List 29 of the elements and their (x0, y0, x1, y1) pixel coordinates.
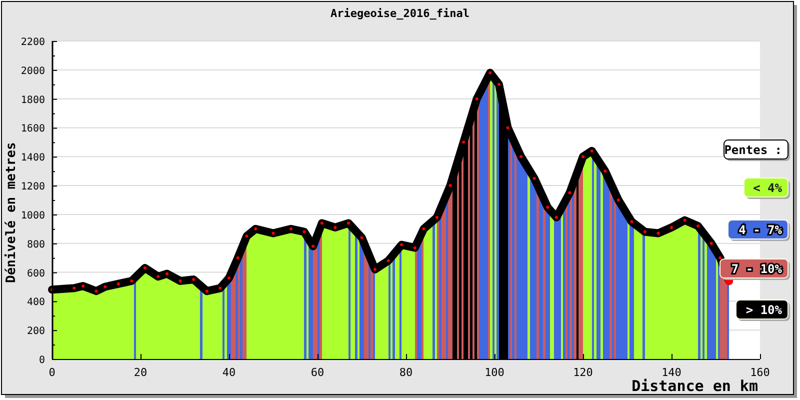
tick-label: 0 (38, 355, 45, 366)
tick-label: 2000 (20, 66, 45, 77)
tick-label: 140 (662, 366, 682, 379)
tick-label: 40 (222, 366, 236, 379)
tick-label: 0 (48, 366, 56, 379)
tick-label: 1000 (20, 210, 45, 222)
tick-label: 1200 (20, 182, 45, 193)
tick-label: 1800 (20, 94, 45, 106)
tick-label: 60 (310, 366, 324, 379)
tick-label: 100 (484, 366, 504, 379)
tick-label: 800 (26, 239, 45, 250)
legend-item: 7 - 10% (720, 258, 790, 280)
tick-label: 80 (399, 366, 413, 379)
tick-label: 600 (26, 268, 45, 280)
tick-label: 200 (26, 326, 45, 338)
axis-title: Distance en km (632, 377, 758, 395)
legend-item: > 10% (736, 300, 790, 321)
tick-label: 1600 (20, 124, 45, 135)
legend-item: 4 - 7% (728, 220, 790, 241)
chart-title: Ariegeoise_2016_final (330, 7, 470, 20)
tick-label: 400 (26, 297, 45, 308)
tick-label: 120 (573, 366, 593, 379)
tick-label: 1400 (20, 152, 45, 164)
axis-title: Dénivelé en metres (4, 142, 19, 283)
legend-item: < 4% (744, 178, 790, 199)
tick-label: 20 (134, 366, 148, 379)
legend-title: Pentes : (724, 140, 790, 161)
tick-label: 160 (750, 366, 770, 379)
tick-label: 2200 (20, 37, 45, 48)
